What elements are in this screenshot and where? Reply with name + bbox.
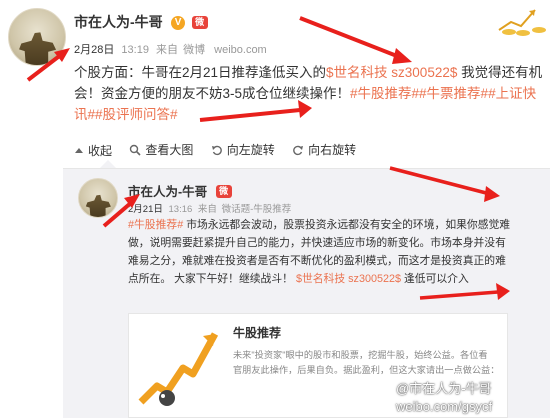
card-title[interactable]: 牛股推荐: [233, 324, 281, 341]
rotate-right-label: 向右旋转: [308, 143, 357, 157]
view-large-button[interactable]: 查看大图: [129, 141, 193, 158]
watermark-handle: @市在人为-牛哥: [396, 381, 492, 396]
view-large-label: 查看大图: [145, 143, 194, 157]
card-desc-line-1: 未来"投资家"眼中的股市和股票，挖掘牛股，始终公益。各位看: [233, 350, 488, 360]
post-time[interactable]: 13:19: [121, 44, 149, 56]
collapse-button[interactable]: 收起: [74, 142, 112, 159]
source-prefix: 来自: [156, 44, 179, 56]
verified-badge-icon: V: [171, 15, 186, 30]
vip-badge-icon: 微: [191, 16, 208, 30]
post-header: 市在人为-牛哥 V 微: [74, 12, 208, 32]
forwarded-line-4-tail: 逢低可以介入: [403, 273, 469, 285]
forward-pointer: [100, 160, 116, 168]
post-body: 个股方面：牛哥在2月21日推荐逢低买入的$世名科技 sz300522$ 我觉得还…: [74, 62, 544, 125]
forwarded-header: 市在人为-牛哥 微: [128, 181, 232, 201]
coin-chart-decoration-icon: [495, 0, 550, 36]
forwarded-author-name[interactable]: 市在人为-牛哥: [128, 185, 207, 199]
bull-chart-thumbnail-icon: [137, 322, 225, 410]
forwarded-body: #牛股推荐# 市场永远都会波动，股票投资永远都没有安全的环境，如果你感觉难 做，…: [128, 216, 538, 288]
watermark: @市在人为-牛哥 weibo.com/gsycf: [396, 378, 492, 414]
rotate-right-icon: [293, 145, 304, 155]
forwarded-stock-link[interactable]: $世名科技 sz300522$: [296, 273, 401, 285]
rotate-left-icon: [211, 145, 222, 155]
forwarded-line-1-text: 市场永远都会波动，股票投资永远都没有安全的环境，如果你感觉难: [186, 219, 511, 231]
arrow-to-stock-link-icon: [299, 16, 412, 64]
collapse-icon: [75, 147, 83, 153]
forwarded-line-2: 做，说明需要赶紧提升自己的能力，并快速适应市场的新变化。市场本身并没有: [128, 237, 506, 249]
image-action-bar: 收起 查看大图 向左旋转 向右旋转: [74, 141, 370, 159]
rotate-left-button[interactable]: 向左旋转: [211, 141, 275, 158]
forwarded-time[interactable]: 13:16: [169, 204, 193, 215]
post-text-1: 个股方面：牛哥在2月21日推荐逢低买入的: [74, 65, 327, 80]
rotate-left-label: 向左旋转: [226, 143, 275, 157]
stock-link[interactable]: $世名科技 sz300522$: [326, 65, 457, 80]
post-source-url: weibo.com: [214, 44, 267, 56]
forwarded-meta: 2月21日 13:16 来自 微话题-牛股推荐: [128, 201, 291, 215]
forwarded-date[interactable]: 2月21日: [128, 204, 163, 215]
author-avatar[interactable]: [8, 8, 66, 66]
forwarded-tag-link[interactable]: #牛股推荐#: [128, 219, 183, 231]
author-name[interactable]: 市在人为-牛哥: [74, 14, 163, 30]
post-meta: 2月28日 13:19 来自 微博 weibo.com: [74, 41, 267, 57]
collapse-label: 收起: [88, 144, 113, 158]
forwarded-vip-badge-icon: 微: [215, 185, 232, 199]
tag-link-1[interactable]: #牛股推荐#: [350, 86, 419, 101]
tag-link-2[interactable]: #牛票推荐#: [419, 86, 488, 101]
tag-link-4[interactable]: #股评师问答#: [95, 107, 178, 122]
forwarded-line-1: #牛股推荐# 市场永远都会波动，股票投资永远都没有安全的环境，如果你感觉难: [128, 216, 538, 234]
rotate-right-button[interactable]: 向右旋转: [292, 141, 356, 158]
card-description: 未来"投资家"眼中的股市和股票，挖掘牛股，始终公益。各位看 官朋友此操作，后果自…: [233, 348, 505, 378]
watermark-url: weibo.com/gsycf: [396, 399, 493, 414]
forwarded-source-prefix: 来自: [197, 204, 217, 215]
forwarded-line-4: 点所在。 大家下午好！继续战斗！ $世名科技 sz300522$ 逢低可以介入: [128, 270, 538, 288]
forwarded-line-3: 难易之分，难就难在投资者是否有不断优化的盈利模式，而这才是投资真正的难: [128, 255, 506, 267]
forwarded-author-avatar[interactable]: [78, 178, 118, 218]
forwarded-source[interactable]: 微话题-牛股推荐: [222, 204, 292, 215]
post-date[interactable]: 2月28日: [74, 44, 114, 56]
magnifier-icon: [130, 144, 141, 156]
post-source[interactable]: 微博: [183, 44, 205, 56]
forwarded-line-4-text: 点所在。 大家下午好！继续战斗！: [128, 273, 293, 285]
card-desc-line-2: 官朋友此操作，后果自负。据此盈利，但这大家请出一点做公益：: [233, 365, 500, 375]
